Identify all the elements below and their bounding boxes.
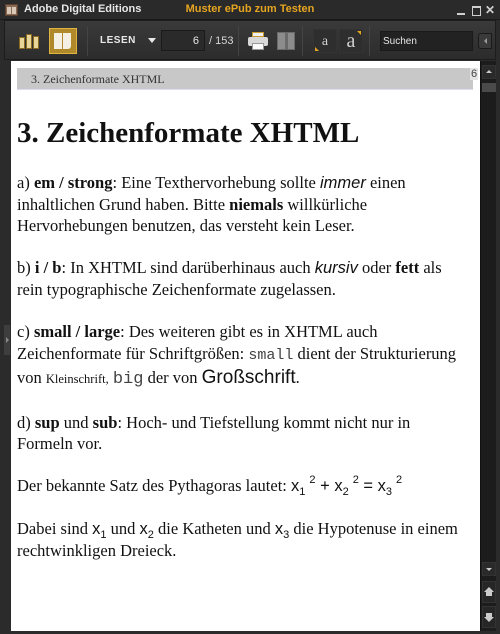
formula: x12 + x22 = x32 [291,474,403,498]
reading-page: 3. Zeichenformate XHTML 6 3. Zeichenform… [11,61,480,631]
toolbar-divider [87,26,88,56]
view-mode-label[interactable]: LESEN [100,35,136,46]
search-input[interactable] [380,31,473,51]
corner-arrow-icon [315,47,319,51]
variable: x [377,477,386,495]
text: oder [357,258,396,277]
text: d) [17,413,35,432]
next-page-button[interactable] [482,606,496,628]
text: der von [143,368,202,387]
library-icon[interactable] [19,33,41,49]
text: Der bekannte Satz des Pythagoras lautet: [17,476,291,495]
page-total: / 153 [209,35,234,47]
variable: x [139,520,148,538]
text: und [59,413,93,432]
app-logo-icon [5,4,18,16]
paragraph-pythagoras: Der bekannte Satz des Pythagoras lautet:… [17,474,467,498]
bold-text: small / large [33,322,121,341]
minimize-button[interactable] [455,3,467,17]
text: : In XHTML sind darüberhinaus auch [61,258,315,277]
font-larger-label: a [346,30,356,52]
toolbar-divider [369,26,370,56]
text: a) [17,173,34,192]
bold-text: fett [395,258,420,277]
toolbar-divider [302,26,303,56]
subscript: 2 [342,486,349,498]
subscript: 3 [385,486,392,498]
text: c) [17,322,34,341]
italic-text: immer [319,174,366,192]
app-title: Adobe Digital Editions [24,3,142,15]
paragraph-em-strong: a) em / strong: Eine Texthervorhebung so… [17,172,467,236]
scroll-down-button[interactable] [482,562,496,576]
decrease-font-button[interactable]: a [313,29,337,53]
large-text: Großschrift [201,367,296,388]
corner-arrow-icon [357,31,361,35]
vertical-scrollbar[interactable] [480,61,496,631]
toolbar: LESEN / 153 a a [4,20,496,60]
previous-page-button[interactable] [482,581,496,603]
paragraph-i-b: b) i / b: In XHTML sind darüberhinaus au… [17,257,467,300]
close-button[interactable]: ✕ [484,3,496,17]
page-number: 6 [470,68,479,80]
variable: x [334,477,343,495]
title-bar: Adobe Digital Editions Muster ePub zum T… [0,0,500,20]
text: . [295,368,300,387]
bold-text: sub [92,413,118,432]
scroll-thumb[interactable] [482,83,496,92]
code-text: big [112,370,144,389]
bold-text: em / strong [33,173,113,192]
page-number-input[interactable] [161,30,205,51]
text: Dabei sind [17,519,93,538]
chapter-content: 3. Zeichenformate XHTML a) em / strong: … [17,116,467,582]
bold-text: i / b [34,258,62,277]
print-icon[interactable] [248,32,268,50]
toolbar-divider [238,26,239,56]
italic-text: kursiv [314,259,358,277]
superscript: 2 [396,474,403,486]
paragraph-small-large: c) small / large: Des weiteren gibt es i… [17,321,467,391]
paragraph-sup-sub: d) sup und sub: Hoch- und Tiefstellung k… [17,412,467,454]
chapter-heading: 3. Zeichenformate XHTML [17,117,360,149]
code-text: small [248,347,294,364]
paragraph-katheten: Dabei sind x1 und x2 die Katheten und x3… [17,518,467,561]
variable: x [291,477,300,495]
running-header: 3. Zeichenformate XHTML [17,68,473,90]
maximize-button[interactable] [470,3,482,17]
text: : Eine Texthervorhebung sollte [112,173,320,192]
reading-view-icon[interactable] [49,28,77,54]
scroll-up-button[interactable] [482,65,496,79]
increase-font-button[interactable]: a [339,29,363,53]
bold-text: niemals [229,195,284,214]
search-options-button[interactable] [478,33,492,49]
sidebar-toggle-handle[interactable] [4,325,10,355]
font-smaller-label: a [321,34,329,49]
bookmark-icon[interactable] [277,32,295,50]
variable: x [274,520,284,538]
small-text: Kleinschrift, [45,372,109,386]
subscript: 1 [299,486,306,498]
text: b) [17,258,35,277]
chevron-down-icon[interactable] [148,38,156,43]
text: die Katheten und [153,519,275,538]
bold-text: sup [34,413,60,432]
operator: = [358,477,378,495]
operator: + [315,477,335,495]
text: und [106,519,140,538]
